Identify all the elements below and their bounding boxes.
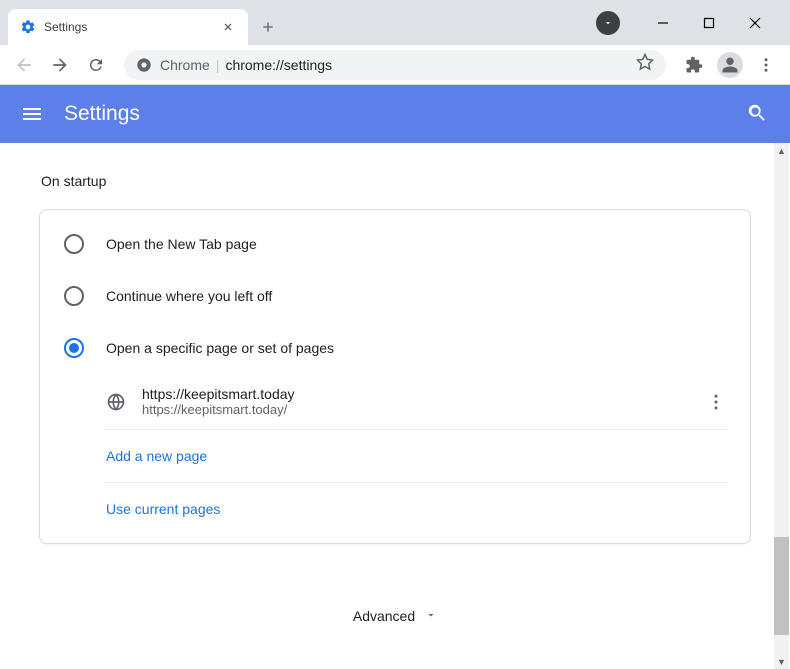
scroll-down-icon[interactable]: ▼ — [774, 654, 789, 669]
forward-button[interactable] — [44, 49, 76, 81]
globe-icon — [106, 392, 126, 412]
kebab-menu-icon[interactable] — [750, 49, 782, 81]
startup-card: Open the New Tab page Continue where you… — [39, 209, 751, 544]
startup-option-specific[interactable]: Open a specific page or set of pages — [40, 322, 750, 374]
radio-icon[interactable] — [64, 338, 84, 358]
close-icon[interactable] — [220, 19, 236, 35]
browser-tab[interactable]: Settings — [8, 9, 248, 45]
tab-title: Settings — [44, 20, 212, 34]
chrome-icon — [136, 57, 152, 73]
page-entry-url: https://keepitsmart.today/ — [142, 402, 690, 417]
radio-label: Open the New Tab page — [106, 236, 257, 252]
minimize-button[interactable] — [640, 3, 686, 43]
scroll-up-icon[interactable]: ▲ — [774, 143, 789, 158]
extensions-icon[interactable] — [678, 49, 710, 81]
address-bar[interactable]: Chrome | chrome://settings — [124, 50, 666, 80]
maximize-button[interactable] — [686, 3, 732, 43]
startup-option-continue[interactable]: Continue where you left off — [40, 270, 750, 322]
back-button[interactable] — [8, 49, 40, 81]
new-tab-button[interactable] — [254, 13, 282, 41]
url-text: Chrome | chrome://settings — [160, 57, 332, 73]
bookmark-star-icon[interactable] — [636, 53, 654, 76]
advanced-label: Advanced — [353, 608, 415, 624]
tab-strip: Settings — [0, 0, 596, 45]
profile-avatar[interactable] — [714, 49, 746, 81]
startup-option-newtab[interactable]: Open the New Tab page — [40, 218, 750, 270]
search-icon[interactable] — [746, 102, 770, 126]
radio-icon[interactable] — [64, 286, 84, 306]
hamburger-menu-icon[interactable] — [20, 102, 44, 126]
browser-toolbar: Chrome | chrome://settings — [0, 45, 790, 85]
settings-header: Settings — [0, 85, 790, 143]
startup-page-row: https://keepitsmart.today https://keepit… — [106, 374, 726, 430]
window-controls — [640, 0, 790, 45]
dropdown-badge-icon[interactable] — [596, 11, 620, 35]
use-current-pages-link[interactable]: Use current pages — [106, 483, 726, 535]
add-new-page-link[interactable]: Add a new page — [106, 430, 726, 483]
section-heading: On startup — [39, 173, 751, 189]
scrollbar-thumb[interactable] — [774, 537, 789, 635]
gear-icon — [20, 19, 36, 35]
advanced-toggle[interactable]: Advanced — [39, 584, 751, 648]
chevron-down-icon — [425, 608, 437, 624]
browser-titlebar: Settings — [0, 0, 790, 45]
page-entry-title: https://keepitsmart.today — [142, 386, 690, 402]
close-window-button[interactable] — [732, 3, 778, 43]
content-area: On startup Open the New Tab page Continu… — [0, 143, 790, 669]
scrollbar-track[interactable]: ▲ ▼ — [774, 143, 789, 669]
radio-icon[interactable] — [64, 234, 84, 254]
page-title: Settings — [64, 102, 746, 126]
radio-label: Open a specific page or set of pages — [106, 340, 334, 356]
radio-label: Continue where you left off — [106, 288, 272, 304]
more-vert-icon[interactable] — [706, 392, 726, 412]
reload-button[interactable] — [80, 49, 112, 81]
